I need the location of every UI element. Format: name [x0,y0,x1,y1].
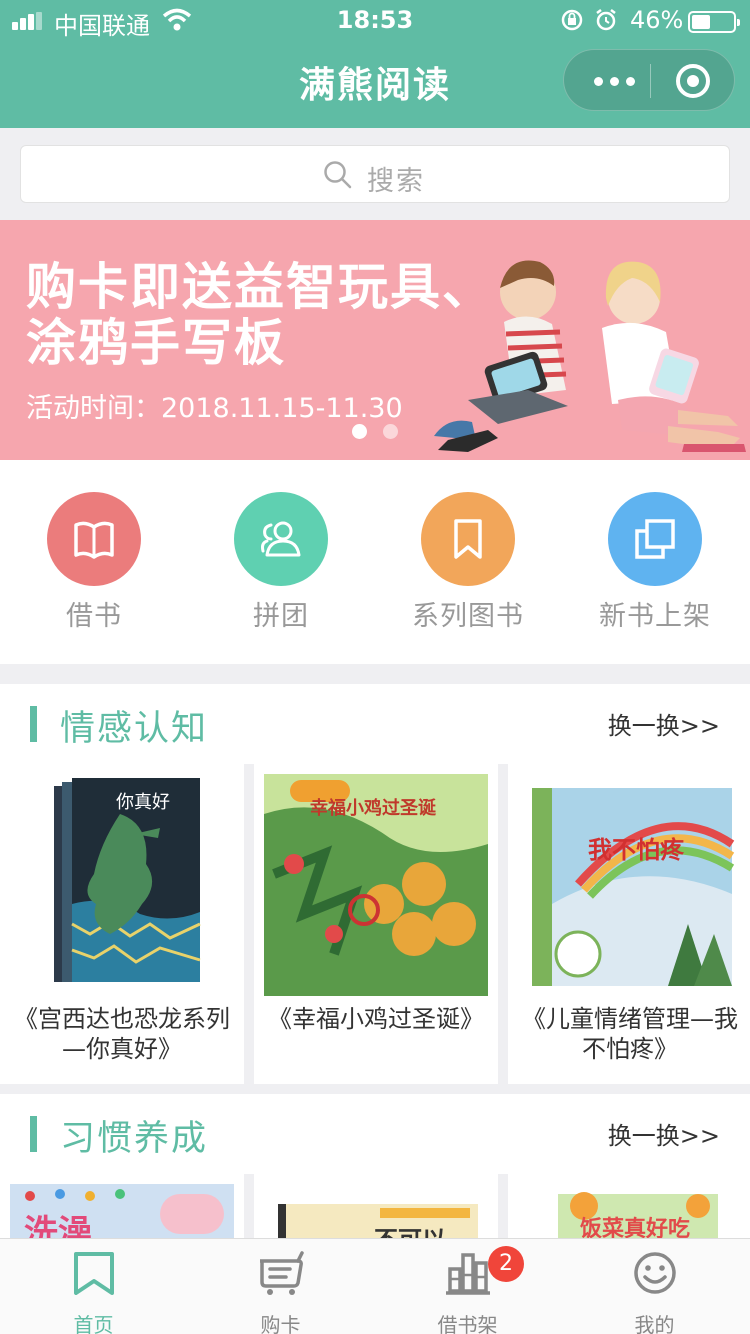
search-icon [324,161,352,189]
section-title: 习惯养成 [60,1119,209,1159]
carousel-dots [350,424,410,440]
category-label: 新书上架 [599,601,711,632]
banner-date: 活动时间：2018.11.15-11.30 [26,393,403,424]
banner-headline-1: 购卡即送益智玩具、 [26,258,494,316]
promo-banner[interactable]: 购卡即送益智玩具、 涂鸦手写板 活动时间：2018.11.15-11.30 [0,220,750,460]
category-menu: 借书 拼团 系列图书 新书上架 [0,460,750,664]
cover-title: 你真好 [116,792,170,813]
cover-title: 我不怕疼 [588,836,685,864]
close-mini-program-button[interactable] [676,64,710,98]
section-title: 情感认知 [60,709,209,749]
search-placeholder: 搜索 [367,166,425,197]
section-header: 习惯养成 换一换>> [0,1094,750,1174]
book-card[interactable]: 幸福小鸡过圣诞 《幸福小鸡过圣诞》 [254,764,498,1084]
refresh-link[interactable]: 换一换>> [608,706,720,741]
section-emotional-cognition: 情感认知 换一换>> 你真好 《宫西达也恐龙系列—你真好》 幸福小鸡过圣诞 《幸… [0,684,750,1084]
orientation-lock-icon [561,9,583,31]
mini-program-capsule [563,49,735,111]
group-icon [234,492,328,586]
book-card[interactable]: 我不怕疼 《儿童情绪管理—我不怕疼》 [508,764,750,1084]
tab-label: 我的 [634,1313,675,1334]
book-cover: 我不怕疼 [518,774,742,996]
book-card[interactable]: 你真好 《宫西达也恐龙系列—你真好》 [0,764,244,1084]
tab-bookshelf[interactable]: 借书架 [374,1239,561,1334]
app-page: 中国联通 18:53 46% 满熊阅读 搜索 购卡即送益智玩具、 涂鸦手写板 活… [0,0,750,1334]
section-header: 情感认知 换一换>> [0,684,750,764]
category-borrow[interactable]: 借书 [0,492,188,642]
cover-title: 幸福小鸡过圣诞 [310,797,437,819]
search-area: 搜索 [0,128,750,220]
book-cover: 幸福小鸡过圣诞 [264,774,488,996]
category-label: 借书 [66,601,122,632]
alarm-icon [596,9,616,31]
status-bar: 中国联通 18:53 46% [0,0,750,40]
book-title: 《宫西达也恐龙系列—你真好》 [14,1005,230,1063]
book-title: 《儿童情绪管理—我不怕疼》 [522,1005,738,1063]
carousel-dot[interactable] [352,424,367,439]
section-accent-bar [30,1116,37,1152]
category-group-buy[interactable]: 拼团 [187,492,375,642]
category-label: 拼团 [253,601,309,632]
section-accent-bar [30,706,37,742]
category-label: 系列图书 [412,601,524,632]
kids-with-tablets-illustration [434,260,746,452]
more-options-button[interactable] [588,50,648,112]
bookshelf-badge: 2 [488,1246,524,1282]
tab-mine[interactable]: 我的 [561,1239,748,1334]
layers-icon [608,492,702,586]
book-cover: 你真好 [10,774,234,996]
bookmark-icon [421,492,515,586]
battery-percent: 46% [630,6,684,34]
smile-icon [634,1252,676,1294]
book-title: 《幸福小鸡过圣诞》 [268,1005,484,1033]
category-new-arrivals[interactable]: 新书上架 [561,492,749,642]
cart-icon [260,1251,304,1295]
search-input[interactable]: 搜索 [20,145,730,203]
refresh-link[interactable]: 换一换>> [608,1116,720,1151]
tab-label: 首页 [73,1313,114,1334]
tab-label: 借书架 [437,1313,498,1334]
battery-icon [688,11,740,33]
category-series-books[interactable]: 系列图书 [374,492,562,642]
carousel-dot[interactable] [383,424,398,439]
tab-home[interactable]: 首页 [0,1239,187,1334]
tab-label: 购卡 [260,1313,301,1334]
section-habit-building: 习惯养成 换一换>> 洗澡 饭菜真好吃 [0,1094,750,1254]
top-bar: 中国联通 18:53 46% 满熊阅读 [0,0,750,128]
book-list: 你真好 《宫西达也恐龙系列—你真好》 幸福小鸡过圣诞 《幸福小鸡过圣诞》 我不怕… [0,764,750,1084]
tab-bar: 首页 购卡 借书架 我的 [0,1238,750,1334]
bookshelf-icon [446,1253,490,1295]
open-book-icon [47,492,141,586]
tab-buy-card[interactable]: 购卡 [187,1239,374,1334]
home-bookmark-icon [74,1252,114,1295]
banner-headline-2: 涂鸦手写板 [26,314,286,372]
